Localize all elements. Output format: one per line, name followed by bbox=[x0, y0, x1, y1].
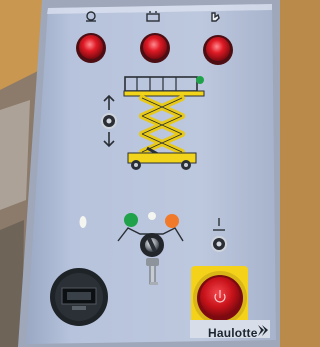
brand-label: Haulotte bbox=[208, 326, 258, 340]
emergency-stop-button[interactable] bbox=[191, 266, 248, 328]
key-lamp-green bbox=[124, 213, 138, 227]
hand-icon bbox=[211, 12, 220, 22]
photo-scene bbox=[0, 0, 280, 347]
platform-green-lamp bbox=[196, 76, 204, 84]
hour-meter bbox=[50, 268, 108, 326]
key-lamp-orange bbox=[165, 214, 179, 228]
white-indicator-lamp bbox=[79, 216, 87, 228]
key-lamp-white bbox=[148, 212, 156, 220]
